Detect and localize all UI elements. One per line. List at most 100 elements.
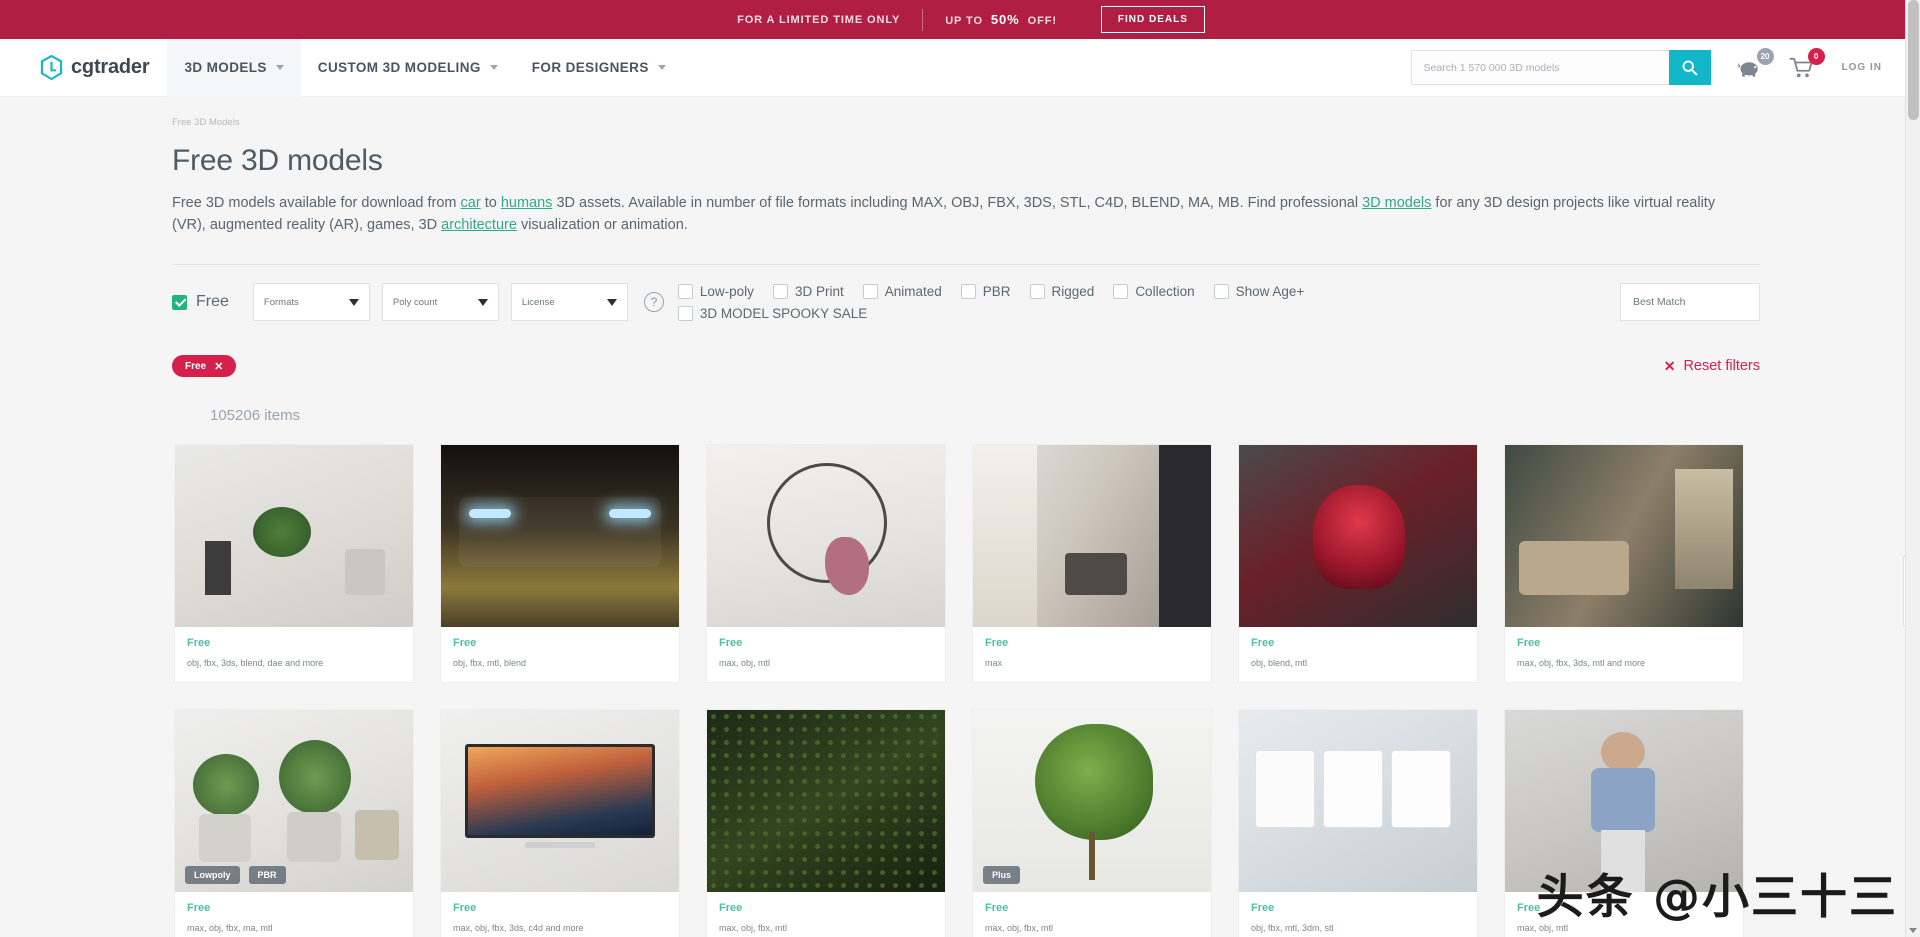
collection-checkbox[interactable] [1113, 283, 1129, 299]
model-thumbnail[interactable] [441, 445, 679, 628]
3d-print-label: 3D Print [794, 283, 844, 299]
sort-select[interactable]: Best Match [1620, 283, 1760, 322]
model-card[interactable]: Free max, obj, mtl [706, 444, 946, 684]
model-thumbnail[interactable] [441, 710, 679, 893]
chevron-down-icon [275, 65, 284, 70]
page-scrollbar[interactable] [1905, 0, 1920, 937]
filter-checkbox-row-1: Low-poly 3D Print Animated PBR Rigged Co… [677, 283, 1316, 299]
description-link-7[interactable]: architecture [441, 217, 517, 233]
model-card[interactable]: Free obj, blend, mtl [1238, 444, 1478, 684]
model-formats: max [985, 658, 1003, 669]
active-filters-row: Free ✕ ✕ Reset filters [172, 337, 1760, 378]
model-meta: Free obj, fbx, mtl, 3dm, stl [1239, 892, 1477, 937]
filter-chip-free[interactable]: Free ✕ [172, 355, 237, 378]
model-formats: max, obj, fbx, 3ds, c4d and more [453, 923, 584, 934]
free-checkbox[interactable] [172, 294, 187, 310]
show-age-checkbox[interactable] [1213, 283, 1229, 299]
low-poly-label: Low-poly [699, 283, 754, 299]
search-input[interactable] [1410, 50, 1669, 85]
site-header: cgtrader 3D MODELS CUSTOM 3D MODELING FO… [0, 38, 1920, 97]
piggy-bank-button[interactable]: 20 [1737, 47, 1774, 79]
model-thumbnail[interactable] [1505, 710, 1743, 893]
model-card[interactable]: Free max, obj, fbx, 3ds, mtl and more [1504, 444, 1744, 684]
model-thumbnail[interactable] [1239, 445, 1477, 628]
nav-item-3d-models[interactable]: 3D MODELS [167, 38, 301, 97]
find-deals-button[interactable]: FIND DEALS [1100, 6, 1205, 33]
model-tag: Plus [983, 866, 1021, 885]
animated-checkbox[interactable] [862, 283, 878, 299]
checkbox-spooky-sale[interactable]: 3D MODEL SPOOKY SALE [677, 305, 868, 321]
model-card[interactable]: Free obj, fbx, 3ds, blend, dae and more [174, 444, 414, 684]
model-meta: Free max, obj, fbx, ma, mtl [175, 892, 413, 937]
model-thumbnail[interactable] [973, 445, 1211, 628]
scrollbar-thumb[interactable] [1908, 0, 1919, 120]
model-thumbnail[interactable] [1505, 445, 1743, 628]
model-card[interactable]: Free max, obj, fbx, 3ds, c4d and more [440, 709, 680, 937]
description-link-5[interactable]: 3D models [1362, 195, 1431, 211]
brand-logo[interactable]: cgtrader [40, 55, 150, 80]
license-select[interactable]: License [510, 283, 628, 322]
description-link-3[interactable]: humans [501, 195, 553, 211]
scroll-down-icon[interactable] [1909, 928, 1917, 933]
filter-chip-label: Free [185, 360, 207, 372]
model-card[interactable]: Free obj, fbx, mtl, 3dm, stl [1238, 709, 1478, 937]
checkbox-rigged[interactable]: Rigged [1029, 283, 1095, 299]
model-card[interactable]: Free max, obj, mtl [1504, 709, 1744, 937]
model-card[interactable]: Free obj, fbx, mtl, blend [440, 444, 680, 684]
spooky-sale-label: 3D MODEL SPOOKY SALE [699, 305, 868, 321]
model-formats: obj, fbx, mtl, 3dm, stl [1251, 923, 1334, 934]
search-button[interactable] [1668, 50, 1711, 85]
cart-button[interactable]: 0 [1789, 47, 1825, 79]
search-box [1410, 50, 1711, 85]
model-thumbnail[interactable]: Plus [973, 710, 1211, 893]
pbr-checkbox[interactable] [960, 283, 976, 299]
checkbox-low-poly[interactable]: Low-poly [677, 283, 754, 299]
model-formats: max, obj, fbx, ma, mtl [187, 923, 273, 934]
chevron-down-icon [657, 65, 666, 70]
checkbox-animated[interactable]: Animated [862, 283, 942, 299]
pbr-label: PBR [982, 283, 1011, 299]
model-thumbnail[interactable]: Lowpoly PBR [175, 710, 413, 893]
description-text-0: Free 3D models available for download fr… [172, 195, 461, 211]
promo-divider [922, 8, 924, 31]
model-thumbnail[interactable] [707, 710, 945, 893]
model-thumbnail[interactable] [175, 445, 413, 628]
checkbox-3d-print[interactable]: 3D Print [772, 283, 844, 299]
nav-item-for-designers[interactable]: FOR DESIGNERS [515, 39, 683, 97]
reset-filters-button[interactable]: ✕ Reset filters [1664, 358, 1760, 375]
checkbox-show-age[interactable]: Show Age+ [1213, 283, 1304, 299]
low-poly-checkbox[interactable] [677, 283, 693, 299]
sort-select-label: Best Match [1633, 296, 1686, 309]
spooky-sale-checkbox[interactable] [677, 305, 693, 321]
model-card[interactable]: Plus Free max, obj, fbx, mtl [972, 709, 1212, 937]
checkbox-pbr[interactable]: PBR [960, 283, 1011, 299]
3d-print-checkbox[interactable] [772, 283, 788, 299]
rigged-checkbox[interactable] [1029, 283, 1045, 299]
formats-select-label: Formats [263, 296, 299, 308]
login-button[interactable]: LOG IN [1842, 62, 1882, 73]
help-icon[interactable]: ? [643, 292, 664, 313]
model-card[interactable]: Free max, obj, fbx, mtl [706, 709, 946, 937]
model-meta: Free max, obj, fbx, mtl [973, 892, 1211, 937]
model-meta: Free max, obj, mtl [707, 627, 945, 682]
model-formats: obj, fbx, 3ds, blend, dae and more [187, 658, 324, 669]
checkbox-collection[interactable]: Collection [1113, 283, 1195, 299]
piggy-bank-badge: 20 [1756, 47, 1774, 65]
model-thumbnail[interactable] [707, 445, 945, 628]
model-card[interactable]: Lowpoly PBR Free max, obj, fbx, ma, mtl [174, 709, 414, 937]
model-card[interactable]: Free max [972, 444, 1212, 684]
nav-item-custom-3d-modeling[interactable]: CUSTOM 3D MODELING [301, 39, 515, 97]
formats-select[interactable]: Formats [252, 283, 370, 322]
description-link-1[interactable]: car [461, 195, 481, 211]
breadcrumb[interactable]: Free 3D Models [172, 97, 1760, 144]
close-icon[interactable]: ✕ [214, 360, 223, 373]
model-price: Free [187, 637, 211, 650]
free-filter[interactable]: Free [172, 293, 229, 311]
model-thumbnail[interactable] [1239, 710, 1477, 893]
filter-bar: Free Formats Poly count License ? Low-po… [172, 264, 1760, 337]
model-price: Free [453, 637, 477, 650]
rigged-label: Rigged [1051, 283, 1095, 299]
poly-count-select[interactable]: Poly count [381, 283, 499, 322]
chevron-down-icon [348, 298, 359, 306]
model-price: Free [187, 902, 211, 915]
